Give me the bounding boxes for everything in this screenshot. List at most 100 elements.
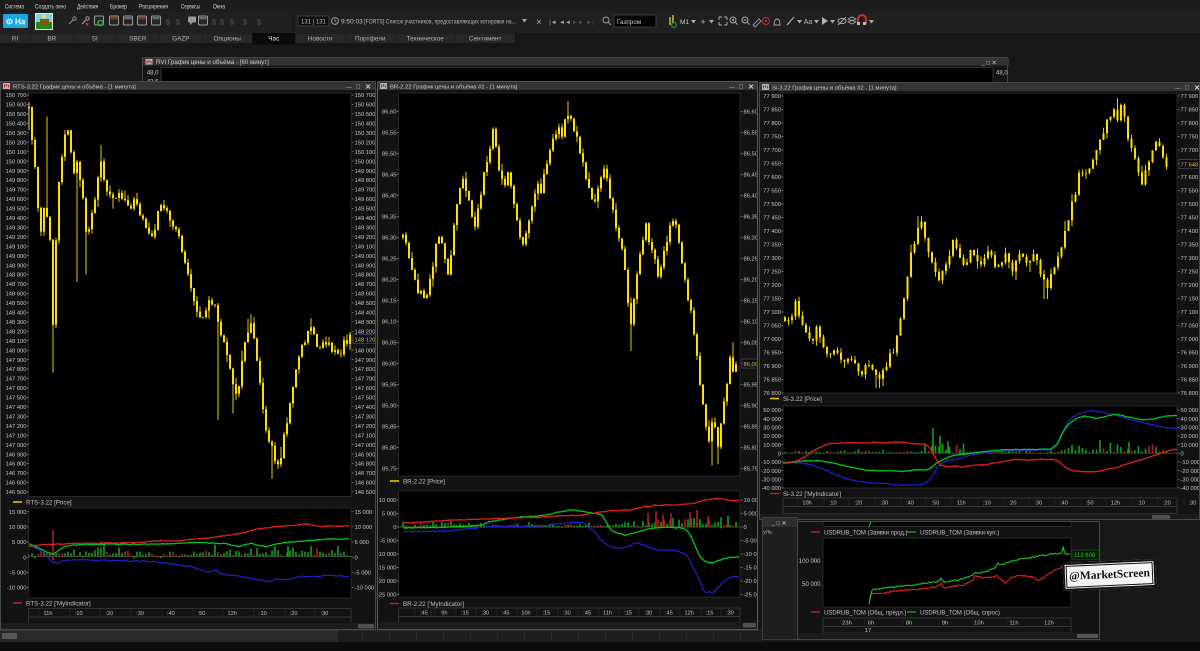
svg-text:RTS-3.22 ['MyIndicator]: RTS-3.22 ['MyIndicator] [26, 601, 91, 608]
svg-text:150 400: 150 400 [355, 122, 376, 128]
svg-text:86,30: 86,30 [744, 236, 758, 242]
svg-text:85,95: 85,95 [382, 383, 397, 389]
svg-text:85,90: 85,90 [744, 404, 758, 410]
svg-text:77 600: 77 600 [763, 175, 781, 181]
svg-text::15: :15 [461, 611, 469, 617]
svg-text:уль: уль [763, 530, 772, 536]
svg-text::15: :15 [624, 611, 632, 617]
svg-text:BR-2.22 [Price]: BR-2.22 [Price] [403, 479, 445, 486]
svg-text:Ф На: Ф На [6, 18, 26, 27]
svg-text:147 100: 147 100 [6, 433, 27, 439]
svg-text:23h: 23h [842, 621, 852, 627]
svg-text:Сервисы: Сервисы [181, 4, 200, 11]
svg-text:146 900: 146 900 [6, 452, 27, 458]
svg-text::20: :20 [1009, 501, 1017, 507]
svg-text:6h: 6h [868, 621, 874, 627]
svg-text:86,10: 86,10 [744, 320, 758, 326]
svg-text:149 200: 149 200 [6, 235, 27, 241]
svg-text:77 550: 77 550 [763, 189, 781, 195]
svg-text:□: □ [356, 84, 360, 91]
svg-text:5 000: 5 000 [355, 540, 370, 546]
svg-text:$: $ [212, 20, 216, 27]
svg-text:86,60: 86,60 [744, 110, 758, 116]
svg-text:40 000: 40 000 [1181, 417, 1199, 423]
svg-text:150 300: 150 300 [6, 131, 27, 137]
svg-text:-30 000: -30 000 [1181, 477, 1200, 483]
svg-text:77 700: 77 700 [763, 148, 781, 154]
svg-text:77 648: 77 648 [1181, 163, 1199, 169]
svg-text:150 100: 150 100 [6, 150, 27, 156]
svg-text:77 400: 77 400 [763, 229, 781, 235]
svg-text::30: :30 [1034, 501, 1042, 507]
svg-text:10 000: 10 000 [763, 443, 781, 449]
svg-text:148 600: 148 600 [355, 292, 376, 298]
svg-text:86,35: 86,35 [744, 215, 758, 221]
svg-text:148 500: 148 500 [355, 301, 376, 307]
svg-text:10 000: 10 000 [744, 498, 758, 504]
svg-text:76 800: 76 800 [763, 391, 781, 397]
svg-text:77 750: 77 750 [763, 135, 781, 141]
svg-text:-20 000: -20 000 [761, 469, 781, 475]
svg-text:-5 000: -5 000 [380, 539, 396, 545]
svg-text:0: 0 [1181, 451, 1184, 457]
svg-text:77 050: 77 050 [763, 324, 781, 330]
svg-text:77 900: 77 900 [763, 94, 781, 100]
svg-text:148 100: 148 100 [6, 339, 27, 345]
svg-text:$: $ [243, 20, 247, 27]
svg-text:10 000: 10 000 [379, 498, 397, 504]
svg-text:77 500: 77 500 [1181, 202, 1199, 208]
svg-text:148 400: 148 400 [355, 311, 376, 317]
svg-text:12h: 12h [1044, 621, 1054, 627]
svg-text:147 000: 147 000 [355, 443, 376, 449]
svg-text:76 850: 76 850 [1181, 378, 1199, 384]
svg-text:77 750: 77 750 [1181, 135, 1199, 141]
svg-text:0: 0 [778, 451, 781, 457]
svg-text::45: :45 [665, 611, 673, 617]
svg-text:Действия: Действия [77, 4, 98, 11]
svg-text:10h: 10h [974, 621, 984, 627]
svg-text:86,25: 86,25 [382, 257, 397, 263]
svg-text:_ □ ✕: _ □ ✕ [771, 521, 787, 527]
svg-text:131 | 131: 131 | 131 [301, 20, 327, 26]
svg-text:20 000: 20 000 [1181, 434, 1199, 440]
svg-text:Опционы: Опционы [214, 36, 242, 43]
svg-text:Si-3.22 График цены и объёма #: Si-3.22 График цены и объёма #2 - [1 мин… [772, 85, 897, 91]
svg-text::30: :30 [726, 611, 734, 617]
svg-text:149 800: 149 800 [6, 178, 27, 184]
svg-text::50: :50 [932, 501, 940, 507]
svg-text:149 100: 149 100 [355, 244, 376, 250]
svg-text:148 120: 148 120 [355, 337, 376, 343]
svg-text:147 700: 147 700 [6, 377, 27, 383]
svg-text:SI: SI [92, 36, 98, 43]
svg-text:147 500: 147 500 [355, 396, 376, 402]
svg-text:77 550: 77 550 [1181, 189, 1199, 195]
svg-text:86,05: 86,05 [744, 341, 758, 347]
svg-text:Брокер: Брокер [110, 4, 127, 11]
svg-text:146 600: 146 600 [355, 481, 376, 487]
svg-text:11h: 11h [957, 501, 966, 507]
svg-text:30 000: 30 000 [763, 426, 781, 432]
svg-text:149 000: 149 000 [355, 254, 376, 260]
svg-text::40: :40 [906, 501, 914, 507]
svg-text:77 850: 77 850 [763, 108, 781, 114]
svg-text:149 600: 149 600 [355, 197, 376, 203]
svg-text::15: :15 [706, 611, 714, 617]
svg-text:86,20: 86,20 [382, 278, 397, 284]
svg-text:-5 000: -5 000 [355, 571, 371, 577]
svg-text:149 300: 149 300 [355, 226, 376, 232]
svg-text::45: :45 [420, 611, 428, 617]
svg-text:0: 0 [393, 525, 396, 531]
svg-text:147 300: 147 300 [355, 415, 376, 421]
svg-text:Система: Система [5, 4, 24, 11]
svg-text:85,85: 85,85 [382, 425, 397, 431]
svg-text:-5 000: -5 000 [10, 571, 26, 577]
svg-text:77 300: 77 300 [1181, 256, 1199, 262]
svg-text:12h: 12h [1111, 501, 1120, 507]
svg-text:20 000: 20 000 [763, 434, 781, 440]
svg-text::30: :30 [320, 611, 328, 617]
svg-text:85,80: 85,80 [382, 446, 397, 452]
svg-text:149 900: 149 900 [355, 169, 376, 175]
svg-text:50 000: 50 000 [802, 582, 821, 588]
svg-text:85,85: 85,85 [744, 425, 758, 431]
svg-text::30: :30 [645, 611, 653, 617]
